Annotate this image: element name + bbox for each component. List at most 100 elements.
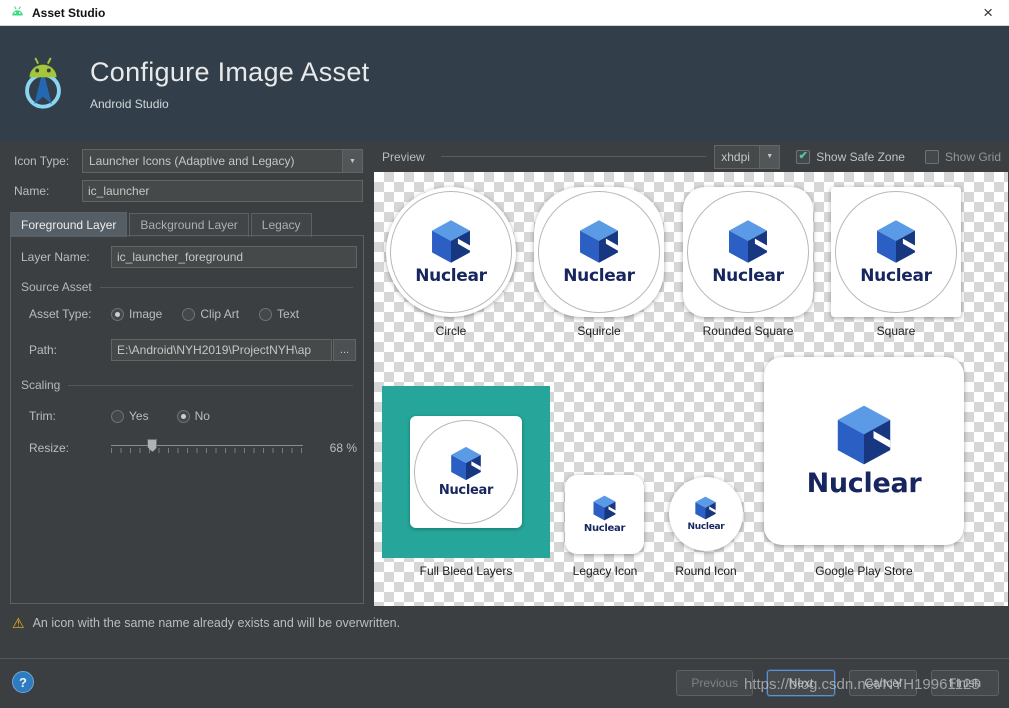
logo-text: Nuclear — [415, 266, 487, 286]
icon-type-value: Launcher Icons (Adaptive and Legacy) — [83, 150, 342, 172]
asset-studio-dialog: Asset Studio × Configure Image Asset And… — [0, 0, 1009, 708]
logo-text: Nuclear — [712, 266, 784, 286]
nuclear-logo: Nuclear — [584, 495, 625, 534]
close-icon[interactable]: × — [977, 4, 999, 21]
nuclear-logo: Nuclear — [688, 496, 725, 532]
radio-trim-no-label: No — [195, 409, 210, 423]
tab-foreground-layer[interactable]: Foreground Layer — [10, 212, 127, 237]
page-subtitle: Android Studio — [90, 97, 369, 111]
preview-item-google-play-store[interactable]: Nuclear — [764, 357, 964, 545]
path-label: Path: — [29, 338, 57, 362]
footer-bar: ? Previous Next Cancel Finish — [0, 658, 1009, 708]
full-bleed-card: Nuclear — [410, 416, 522, 528]
radio-trim-yes-label: Yes — [129, 409, 149, 423]
show-grid-checkbox[interactable]: Show Grid — [925, 150, 1001, 164]
scaling-section: Scaling — [21, 378, 353, 392]
header-text: Configure Image Asset Android Studio — [90, 57, 369, 111]
asset-type-radio-group: Image Clip Art Text — [111, 302, 299, 326]
android-icon — [10, 5, 25, 20]
radio-trim-no[interactable]: No — [177, 409, 210, 423]
slider-track — [111, 445, 303, 446]
radio-text[interactable]: Text — [259, 307, 299, 321]
previous-button[interactable]: Previous — [676, 670, 753, 696]
wizard-buttons: Previous Next Cancel Finish — [676, 670, 999, 696]
radio-clip-art[interactable]: Clip Art — [182, 307, 239, 321]
show-safe-zone-label: Show Safe Zone — [816, 150, 905, 164]
radio-dot-icon — [111, 308, 124, 321]
preview-item-full-bleed-selected[interactable]: Nuclear — [382, 386, 550, 558]
resize-label: Resize: — [29, 436, 69, 460]
preview-caption: Google Play Store — [789, 564, 939, 578]
asset-type-label: Asset Type: — [29, 302, 91, 326]
logo-text: Nuclear — [688, 522, 725, 532]
configuration-panel: Icon Type: Launcher Icons (Adaptive and … — [0, 141, 374, 606]
wizard-header: Configure Image Asset Android Studio — [0, 26, 1009, 141]
nuclear-logo: Nuclear — [860, 219, 932, 286]
warning-bar: ⚠ An icon with the same name already exi… — [0, 606, 1009, 640]
logo-text: Nuclear — [439, 483, 493, 498]
separator-line — [68, 385, 353, 386]
checkbox-checked-icon: ✔ — [796, 150, 810, 164]
radio-dot-icon — [111, 410, 124, 423]
slider-ticks — [111, 448, 303, 453]
radio-image-label: Image — [129, 307, 162, 321]
preview-caption: Circle — [376, 324, 526, 338]
separator-line — [100, 287, 353, 288]
help-button[interactable]: ? — [12, 671, 34, 693]
preview-caption: Square — [821, 324, 971, 338]
preview-label: Preview — [382, 150, 425, 164]
nuclear-logo: Nuclear — [439, 446, 493, 498]
checkbox-unchecked-icon — [925, 150, 939, 164]
title-bar: Asset Studio × — [0, 0, 1009, 26]
cancel-button[interactable]: Cancel — [849, 670, 917, 696]
chevron-down-icon: ▼ — [759, 146, 779, 168]
preview-panel: Preview xhdpi ▼ ✔ Show Safe Zone Show Gr… — [374, 141, 1009, 606]
resize-slider[interactable] — [111, 439, 303, 457]
nuclear-logo: Nuclear — [563, 219, 635, 286]
logo-text: Nuclear — [860, 266, 932, 286]
preview-caption: Full Bleed Layers — [382, 564, 550, 578]
chevron-down-icon: ▼ — [342, 150, 362, 172]
radio-image[interactable]: Image — [111, 307, 162, 321]
radio-clip-art-label: Clip Art — [200, 307, 239, 321]
radio-dot-icon — [259, 308, 272, 321]
preview-item-square[interactable]: Nuclear — [831, 187, 961, 317]
preview-caption: Rounded Square — [673, 324, 823, 338]
show-grid-label: Show Grid — [945, 150, 1001, 164]
preview-header: Preview xhdpi ▼ ✔ Show Safe Zone Show Gr… — [374, 141, 1009, 172]
trim-radio-group: Yes No — [111, 404, 210, 428]
density-select[interactable]: xhdpi ▼ — [714, 145, 780, 169]
scaling-section-label: Scaling — [21, 378, 60, 392]
browse-button[interactable]: ... — [333, 339, 356, 361]
nuclear-logo: Nuclear — [712, 219, 784, 286]
preview-item-squircle[interactable]: Nuclear — [534, 187, 664, 317]
nuclear-logo: Nuclear — [807, 404, 922, 499]
radio-trim-yes[interactable]: Yes — [111, 409, 149, 423]
preview-item-circle[interactable]: Nuclear — [386, 187, 516, 317]
radio-dot-icon — [177, 410, 190, 423]
path-input[interactable] — [111, 339, 332, 361]
layer-name-input[interactable] — [111, 246, 357, 268]
logo-text: Nuclear — [563, 266, 635, 286]
icon-type-select[interactable]: Launcher Icons (Adaptive and Legacy) ▼ — [82, 149, 363, 173]
preview-canvas: Nuclear Nuclear Nuclear — [374, 172, 1008, 606]
warning-icon: ⚠ — [12, 615, 25, 632]
name-input[interactable] — [82, 180, 363, 202]
preview-item-round-icon[interactable]: Nuclear — [669, 477, 743, 551]
trim-label: Trim: — [29, 404, 56, 428]
android-studio-logo-icon — [14, 55, 72, 113]
page-title: Configure Image Asset — [90, 57, 369, 88]
next-button[interactable]: Next — [767, 670, 835, 696]
nuclear-logo: Nuclear — [415, 219, 487, 286]
preview-item-legacy-icon[interactable]: Nuclear — [565, 475, 644, 554]
icon-type-label: Icon Type: — [14, 149, 69, 173]
finish-button[interactable]: Finish — [931, 670, 999, 696]
preview-caption: Squircle — [524, 324, 674, 338]
tab-legacy[interactable]: Legacy — [251, 213, 312, 237]
preview-item-rounded-square[interactable]: Nuclear — [683, 187, 813, 317]
tab-background-layer[interactable]: Background Layer — [129, 213, 248, 237]
foreground-layer-group: Layer Name: Source Asset Asset Type: Ima… — [10, 235, 364, 604]
separator-line — [441, 156, 707, 157]
show-safe-zone-checkbox[interactable]: ✔ Show Safe Zone — [796, 150, 905, 164]
logo-text: Nuclear — [584, 523, 625, 534]
